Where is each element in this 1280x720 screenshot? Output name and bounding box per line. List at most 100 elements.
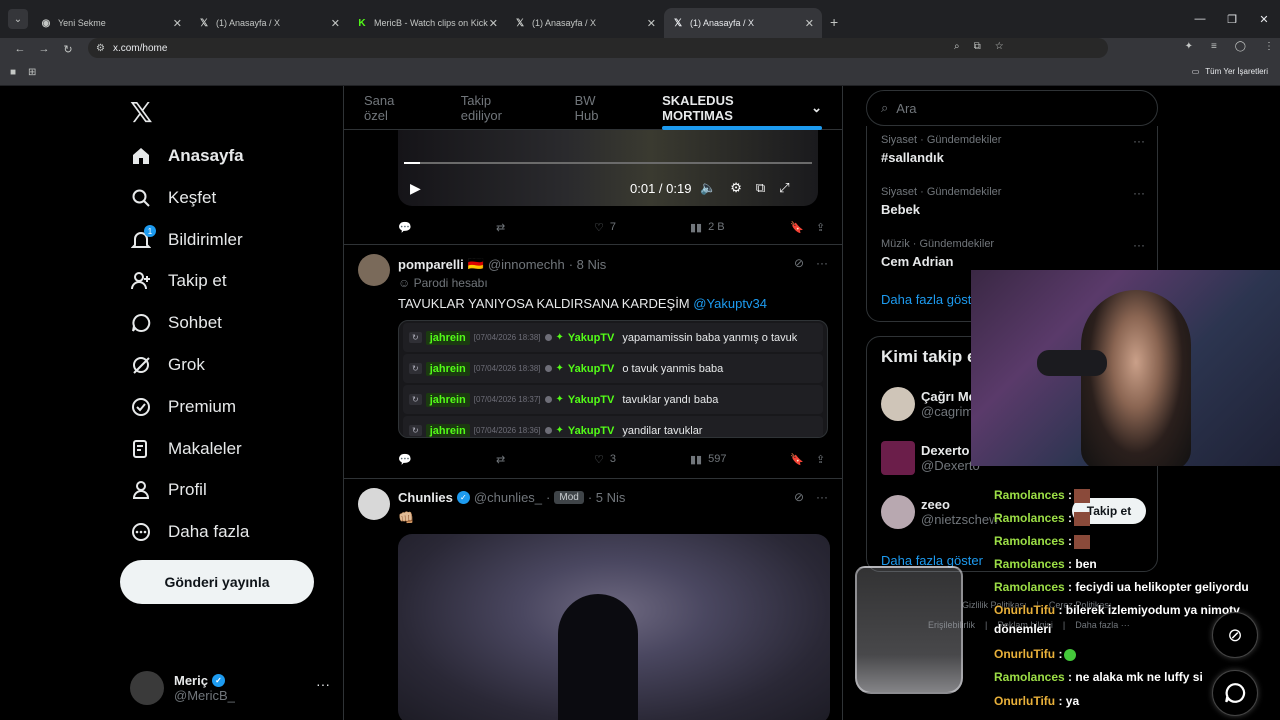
mention-link[interactable]: @Yakuptv34 xyxy=(693,296,767,311)
video-player[interactable]: ▶ 0:01 / 0:19 🔈 ⚙ ⧉ ⤢ xyxy=(398,130,818,206)
minimize-icon[interactable]: — xyxy=(1184,0,1216,38)
tab-for-you[interactable]: Sana özel xyxy=(344,86,441,130)
author-name[interactable]: pomparelli xyxy=(398,257,464,272)
reply-icon[interactable]: 💬 xyxy=(398,453,412,466)
tweet-header: pomparelli 🇩🇪 @innomechh · 8 Nis xyxy=(398,256,606,272)
more-dots-icon[interactable]: ··· xyxy=(1133,238,1145,252)
nav-premium[interactable]: Premium xyxy=(130,390,236,424)
settings-icon[interactable]: ⚙ xyxy=(730,180,742,196)
kick-icon: ✦ xyxy=(555,425,564,436)
nav-label: Bildirimler xyxy=(168,230,243,249)
more-dots-icon[interactable]: ··· xyxy=(1133,186,1145,200)
messages-fab-icon[interactable] xyxy=(1212,670,1258,716)
like-button[interactable]: ♡ 3 xyxy=(594,453,616,466)
site-info-icon[interactable]: ⚙ xyxy=(96,43,105,54)
footer-more-link[interactable]: Daha fazla ··· xyxy=(1075,620,1130,630)
volume-icon[interactable]: 🔈 xyxy=(700,180,716,196)
close-tab-icon[interactable]: ✕ xyxy=(805,17,814,30)
grok-fab-icon[interactable]: ⊘ xyxy=(1212,612,1258,658)
views-button[interactable]: ▮▮ 2 B xyxy=(690,221,725,234)
trend-item[interactable]: Siyaset · Gündemdekiler #sallandık ··· xyxy=(881,134,1145,165)
extensions-icon[interactable]: ✦ xyxy=(1185,41,1193,52)
x-logo-icon[interactable]: 𝕏 xyxy=(130,96,153,129)
restore-icon[interactable]: ❐ xyxy=(1216,0,1248,38)
trend-item[interactable]: Müzik · Gündemdekiler Cem Adrian ··· xyxy=(881,238,1145,269)
tweet[interactable]: pomparelli 🇩🇪 @innomechh · 8 Nis ⊘ ··· ☺… xyxy=(344,244,842,478)
video-progress-bar[interactable] xyxy=(404,162,812,164)
close-tab-icon[interactable]: ✕ xyxy=(489,17,498,30)
play-icon[interactable]: ▶ xyxy=(410,180,421,197)
glass-cup-overlay xyxy=(855,566,963,694)
close-tab-icon[interactable]: ✕ xyxy=(173,17,182,30)
tab-search-button[interactable]: ⌄ xyxy=(8,9,28,29)
tab-following[interactable]: Takip ediliyor xyxy=(441,86,555,130)
all-bookmarks-link[interactable]: Tüm Yer İşaretleri xyxy=(1205,67,1268,76)
close-tab-icon[interactable]: ✕ xyxy=(647,17,656,30)
fullscreen-icon[interactable]: ⤢ xyxy=(779,180,789,196)
nav-profile[interactable]: Profil xyxy=(130,473,207,507)
browser-tab[interactable]: K MericB - Watch clips on Kick ✕ xyxy=(348,8,506,38)
tweet-video[interactable] xyxy=(398,534,830,720)
nav-notifications[interactable]: 1 Bildirimler xyxy=(130,223,243,257)
menu-icon[interactable]: ⋮ xyxy=(1264,41,1274,52)
more-dots-icon[interactable]: ··· xyxy=(1133,134,1145,148)
nav-explore[interactable]: Keşfet xyxy=(130,181,216,215)
bookmark-icon[interactable]: 🔖 xyxy=(790,453,804,466)
chat-message: ya xyxy=(1065,694,1080,708)
close-window-icon[interactable]: ✕ xyxy=(1248,0,1280,38)
address-bar[interactable]: ⚙ x.com/home ⌕ ⧉ ☆ xyxy=(88,38,1108,58)
post-button[interactable]: Gönderi yayınla xyxy=(120,560,314,604)
suggest-handle: @nietzschew xyxy=(921,512,999,527)
reload-icon[interactable]: ↻ xyxy=(56,43,80,56)
author-handle[interactable]: @innomechh xyxy=(488,257,565,272)
nav-grok[interactable]: Grok xyxy=(130,348,205,382)
nav-follow[interactable]: Takip et xyxy=(130,264,227,298)
repost-icon[interactable]: ⇄ xyxy=(496,453,505,466)
more-dots-icon[interactable]: ··· xyxy=(816,256,828,270)
share-icon[interactable]: ⇪ xyxy=(816,221,825,234)
account-switcher[interactable]: Meriç ✓ @MericB_ ··· xyxy=(130,670,330,706)
tweet-date[interactable]: · 5 Nis xyxy=(588,490,626,505)
author-name[interactable]: Chunlies xyxy=(398,490,453,505)
browser-tab[interactable]: 𝕏 (1) Anasayfa / X ✕ xyxy=(190,8,348,38)
nav-more[interactable]: Daha fazla xyxy=(130,515,249,549)
browser-tab[interactable]: ◉ Yeni Sekme ✕ xyxy=(32,8,190,38)
author-handle[interactable]: @chunlies_ xyxy=(474,490,542,505)
avatar[interactable] xyxy=(358,488,390,520)
search-input[interactable]: ⌕ Ara xyxy=(866,90,1158,126)
share-icon[interactable]: ⇪ xyxy=(816,453,825,466)
views-button[interactable]: ▮▮ 597 xyxy=(690,453,726,466)
new-tab-icon[interactable]: + xyxy=(830,14,838,30)
forward-icon[interactable]: → xyxy=(32,43,56,55)
apps-icon[interactable]: ⊞ xyxy=(28,67,36,78)
grok-icon[interactable]: ⊘ xyxy=(794,490,804,504)
tab-bw-hub[interactable]: BW Hub xyxy=(555,86,643,130)
close-tab-icon[interactable]: ✕ xyxy=(331,17,340,30)
tweet-image-chatlog[interactable]: ↻ jahrein [07/04/2026 18:38] ✦ YakupTV y… xyxy=(398,320,828,438)
like-button[interactable]: ♡ 7 xyxy=(594,221,616,234)
profile-icon[interactable]: ◯ xyxy=(1235,41,1246,52)
trends-more-link[interactable]: Daha fazla göster xyxy=(881,292,983,307)
suggest-name: zeeo xyxy=(921,497,950,512)
more-dots-icon[interactable]: ··· xyxy=(316,676,330,692)
tweet-date[interactable]: · 8 Nis xyxy=(569,257,607,272)
more-dots-icon[interactable]: ··· xyxy=(816,490,828,504)
back-icon[interactable]: ← xyxy=(8,43,32,55)
bookmark-icon[interactable]: 🔖 xyxy=(790,221,804,234)
repost-icon[interactable]: ⇄ xyxy=(496,221,505,234)
level-badge-icon: ↻ xyxy=(409,332,422,343)
trend-item[interactable]: Siyaset · Gündemdekiler Bebek ··· xyxy=(881,186,1145,217)
chat-user: jahrein xyxy=(425,423,470,437)
grok-icon[interactable]: ⊘ xyxy=(794,256,804,270)
reply-icon[interactable]: 💬 xyxy=(398,221,412,234)
tab-window-icon[interactable]: ■ xyxy=(10,67,16,78)
tab-skaledus[interactable]: SKALEDUS MORTIMAS ⌄ xyxy=(642,86,842,130)
browser-tab-active[interactable]: 𝕏 (1) Anasayfa / X ✕ xyxy=(664,8,822,38)
pip-icon[interactable]: ⧉ xyxy=(756,180,765,196)
nav-articles[interactable]: Makaleler xyxy=(130,432,242,466)
avatar[interactable] xyxy=(358,254,390,286)
nav-home[interactable]: Anasayfa xyxy=(130,139,244,173)
nav-chat[interactable]: Sohbet xyxy=(130,306,222,340)
browser-tab[interactable]: 𝕏 (1) Anasayfa / X ✕ xyxy=(506,8,664,38)
media-icon[interactable]: ≡ xyxy=(1211,41,1217,52)
